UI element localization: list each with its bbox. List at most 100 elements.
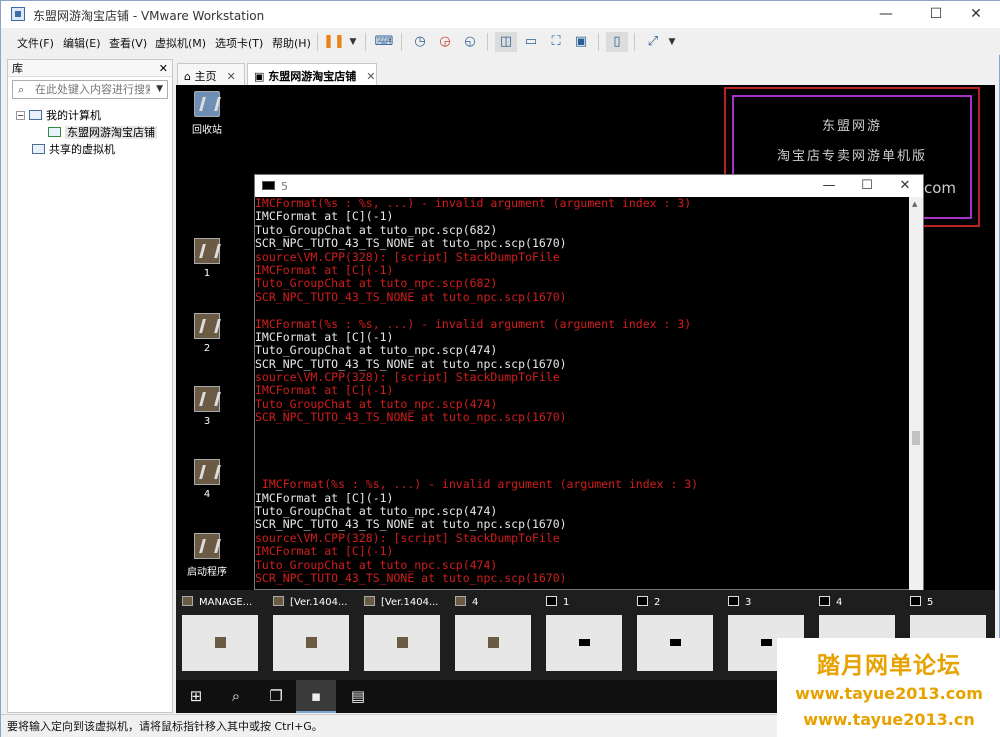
vmware-window: 东盟网游淘宝店铺 - VMware Workstation — ☐ ✕ 文件(F…: [0, 0, 1000, 737]
computer-icon: [29, 110, 42, 120]
console-line: Tuto_GroupChat at tuto_npc.scp(474): [255, 557, 498, 572]
close-button[interactable]: ✕: [953, 1, 999, 28]
full-screen-icon[interactable]: ⛶: [545, 32, 567, 52]
console-output: IMCFormat(%s : %s, ...) - invalid argume…: [255, 197, 911, 591]
taskbar-thumbnail[interactable]: [Ver.1404...: [273, 596, 353, 671]
game-icon: [182, 596, 193, 606]
desktop-icon-launcher[interactable]: 启动程序: [182, 533, 232, 578]
console-scrollbar[interactable]: ▲: [909, 197, 923, 591]
desktop-icon-4[interactable]: 4: [182, 459, 232, 500]
close-tab-icon[interactable]: ✕: [226, 70, 235, 83]
desktop-icon-2[interactable]: 2: [182, 313, 232, 354]
unity-icon[interactable]: ▣: [570, 32, 592, 52]
task-view-icon[interactable]: ❐: [256, 680, 296, 713]
console-line: SCR_NPC_TUTO_43_TS_NONE at tuto_npc.scp(…: [255, 236, 567, 251]
search-icon[interactable]: ⌕: [216, 680, 256, 713]
tree-item-vm[interactable]: 东盟网游淘宝店铺: [48, 124, 157, 140]
thumbnail-label: 5: [910, 596, 990, 612]
snapshot-icon[interactable]: ◷: [409, 32, 431, 52]
thumbnail-preview[interactable]: [546, 615, 622, 671]
windows-start-icon[interactable]: ⊞: [176, 680, 216, 713]
vm-screen[interactable]: 回收站 1 2 3 4 启动程序 东盟网游 淘宝店专卖网游单机版 com 5 —…: [176, 85, 995, 713]
game-icon: [273, 596, 284, 606]
taskbar-console-icon[interactable]: ▪: [296, 680, 336, 713]
console-line: source\VM.CPP(328): [script] StackDumpTo…: [255, 249, 560, 264]
preview-icon: [579, 639, 590, 646]
thumbnail-preview[interactable]: [182, 615, 258, 671]
game-icon: [194, 238, 220, 264]
menu-help[interactable]: 帮助(H): [272, 35, 311, 51]
preview-icon: [488, 637, 499, 648]
thumbnail-label: MANAGE...: [182, 596, 262, 612]
home-icon: ⌂: [184, 70, 191, 83]
library-search[interactable]: ⌕ ▼: [12, 80, 168, 99]
thumbnail-title: 2: [654, 597, 661, 608]
console-line: IMCFormat at [C](-1): [255, 262, 394, 277]
taskbar-app-icon[interactable]: ▤: [338, 680, 378, 713]
console-line: Tuto_GroupChat at tuto_npc.scp(682): [255, 276, 498, 291]
menu-edit[interactable]: 编辑(E): [63, 35, 101, 51]
thumbnail-label: 3: [728, 596, 808, 612]
console-title: 5: [281, 180, 288, 193]
console-line: Tuto_GroupChat at tuto_npc.scp(474): [255, 396, 498, 411]
console-line: IMCFormat at [C](-1): [255, 490, 394, 505]
close-tab-icon[interactable]: ✕: [366, 70, 375, 83]
taskbar-thumbnail[interactable]: [Ver.1404...: [364, 596, 444, 671]
stretch-dropdown-chevron-icon[interactable]: ▼: [661, 32, 683, 52]
promo-line-1: 东盟网游: [821, 119, 882, 134]
desktop-icon-recycle-bin[interactable]: 回收站: [182, 91, 232, 136]
thumbnail-title: 5: [927, 597, 934, 608]
thumbnail-label: 1: [546, 596, 626, 612]
thumbnail-bar-icon[interactable]: ▭: [520, 32, 542, 52]
thumbnail-preview[interactable]: [637, 615, 713, 671]
tab-vm[interactable]: ▣ 东盟网游淘宝店铺 ✕: [247, 63, 377, 85]
revert-snapshot-icon[interactable]: ◶: [434, 32, 456, 52]
console-close-button[interactable]: ✕: [886, 175, 924, 197]
library-search-input[interactable]: [35, 83, 150, 96]
taskbar-thumbnail[interactable]: 1: [546, 596, 626, 671]
minimize-button[interactable]: —: [863, 1, 909, 28]
console-line: Tuto_GroupChat at tuto_npc.scp(474): [255, 503, 498, 518]
scroll-up-icon[interactable]: ▲: [912, 200, 917, 208]
game-icon: [194, 459, 220, 485]
menu-tabs[interactable]: 选项卡(T): [215, 35, 263, 51]
menu-vm[interactable]: 虚拟机(M): [155, 35, 206, 51]
thumbnail-title: 4: [472, 597, 479, 608]
game-icon: [455, 596, 466, 606]
tab-home[interactable]: ⌂ 主页 ✕: [177, 63, 245, 85]
menu-view[interactable]: 查看(V): [109, 35, 147, 51]
collapse-icon[interactable]: −: [16, 111, 25, 120]
promo-line-2: 淘宝店专卖网游单机版: [776, 149, 927, 164]
search-dropdown-chevron-icon[interactable]: ▼: [156, 84, 163, 94]
vm-tab-icon: ▣: [254, 70, 265, 83]
snapshot-manager-icon[interactable]: ◵: [459, 32, 481, 52]
thumbnail-label: [Ver.1404...: [273, 596, 353, 612]
thumbnail-label: 4: [455, 596, 535, 612]
close-library-icon[interactable]: ✕: [159, 60, 168, 77]
console-title-bar[interactable]: 5 — ☐ ✕: [255, 175, 923, 197]
desktop-icon-1[interactable]: 1: [182, 238, 232, 279]
tree-item-my-computer[interactable]: − 我的计算机: [16, 107, 101, 123]
thumbnail-preview[interactable]: [364, 615, 440, 671]
taskbar-thumbnail[interactable]: MANAGE...: [182, 596, 262, 671]
console-window[interactable]: 5 — ☐ ✕ IMCFormat(%s : %s, ...) - invali…: [254, 174, 924, 591]
taskbar-thumbnail[interactable]: 2: [637, 596, 717, 671]
tab-bar: ⌂ 主页 ✕ ▣ 东盟网游淘宝店铺 ✕: [175, 63, 995, 85]
tree-item-shared-vms[interactable]: 共享的虚拟机: [32, 141, 115, 157]
desktop-icon-3[interactable]: 3: [182, 386, 232, 427]
thumbnail-preview[interactable]: [273, 615, 349, 671]
taskbar-thumbnail[interactable]: 4: [455, 596, 535, 671]
console-view-icon[interactable]: ▯: [606, 32, 628, 52]
console-maximize-button[interactable]: ☐: [848, 175, 886, 197]
console-minimize-button[interactable]: —: [810, 175, 848, 197]
show-library-icon[interactable]: ◫: [495, 32, 517, 52]
pause-dropdown-chevron-icon[interactable]: ▼: [342, 32, 364, 52]
thumbnail-preview[interactable]: [455, 615, 531, 671]
send-ctrl-alt-del-icon[interactable]: ⌨: [373, 32, 395, 52]
menu-file[interactable]: 文件(F): [17, 35, 54, 51]
scrollbar-thumb[interactable]: [912, 431, 920, 445]
console-line: IMCFormat(%s : %s, ...) - invalid argume…: [255, 197, 692, 210]
